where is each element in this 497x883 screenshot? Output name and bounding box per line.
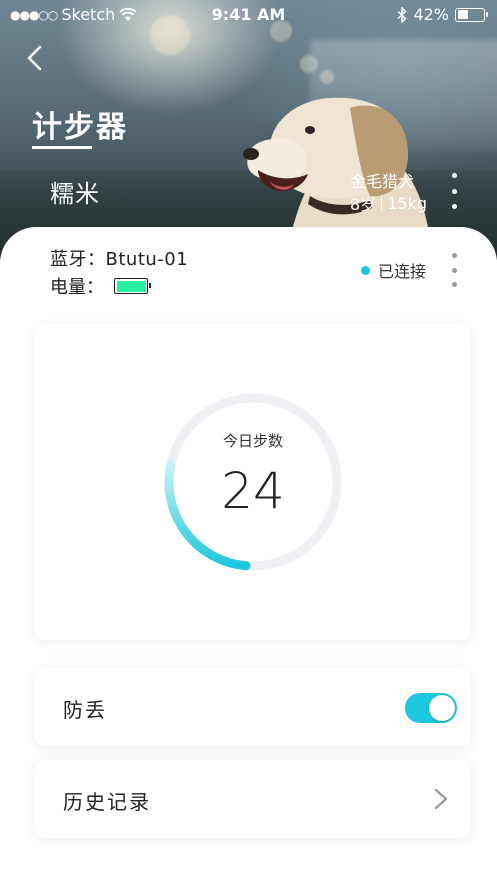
connection-status: 已连接	[361, 258, 426, 282]
device-battery-icon	[114, 278, 151, 294]
anti-lost-toggle[interactable]	[405, 693, 457, 723]
status-bar: ●●●○○ Sketch 9:41 AM 42%	[0, 0, 497, 30]
battery-percent: 42%	[413, 5, 449, 24]
history-label: 历史记录	[63, 790, 151, 814]
device-battery-row: 电量：	[50, 273, 151, 299]
pet-weight: 15kg	[387, 193, 427, 213]
steps-count: 24	[221, 462, 285, 520]
chevron-right-icon	[434, 788, 448, 810]
meta-divider	[381, 195, 383, 211]
battery-fill	[457, 10, 468, 19]
battery-icon	[455, 7, 488, 22]
pet-age: 8岁	[350, 195, 377, 214]
title-underline	[32, 146, 92, 149]
pet-more-options-icon[interactable]	[449, 173, 459, 209]
steps-ring: 今日步数 24	[161, 390, 345, 574]
anti-lost-label: 防丢	[63, 698, 107, 722]
pet-name: 糯米	[50, 180, 100, 208]
back-arrow-icon[interactable]	[22, 44, 50, 72]
history-row[interactable]: 历史记录	[35, 760, 471, 838]
device-battery-fill	[116, 280, 146, 292]
steps-card: 今日步数 24	[35, 324, 471, 640]
pet-meta: 8岁 15kg	[350, 191, 427, 215]
bluetooth-device-label: 蓝牙：Btutu-01	[50, 249, 189, 270]
anti-lost-card: 防丢	[35, 668, 471, 746]
bokeh-light	[300, 55, 318, 73]
page-title: 计步器	[32, 110, 128, 145]
status-bar-right: 42%	[397, 5, 488, 24]
device-battery-label: 电量：	[50, 277, 104, 298]
connection-status-text: 已连接	[378, 262, 427, 281]
toggle-knob	[429, 695, 455, 721]
connected-dot-icon	[361, 265, 370, 275]
pet-breed: 金毛猎犬	[350, 172, 415, 191]
bluetooth-icon	[397, 6, 408, 23]
steps-label: 今日步数	[222, 432, 283, 450]
device-more-options-icon[interactable]	[449, 253, 459, 287]
